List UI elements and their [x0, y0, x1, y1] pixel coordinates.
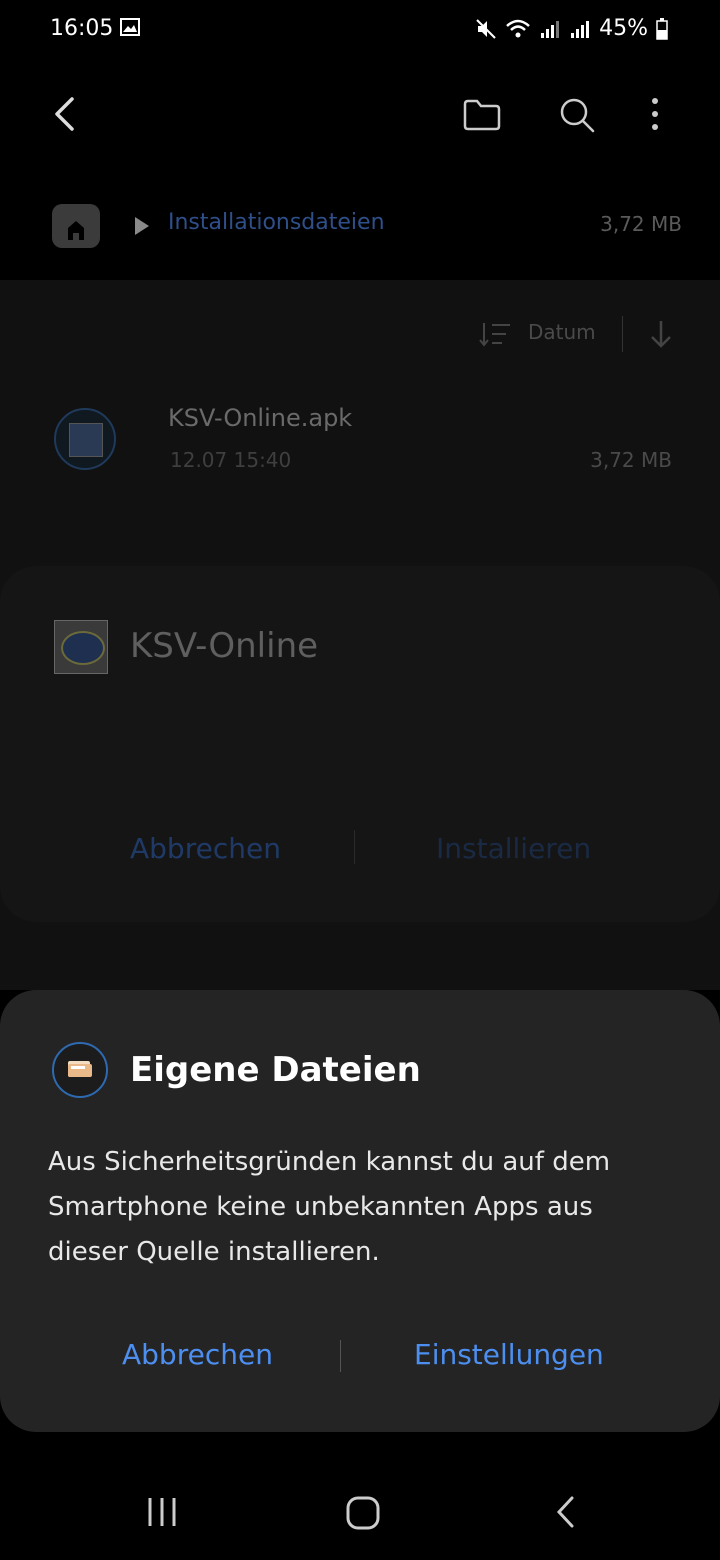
file-date: 12.07 15:40: [170, 448, 292, 472]
back-arrow-icon[interactable]: [50, 96, 78, 132]
folder-icon[interactable]: [462, 98, 502, 132]
gallery-icon: [120, 18, 140, 36]
folder-size: 3,72 MB: [600, 212, 682, 236]
install-button-divider: [354, 830, 355, 864]
signal-icon-2: [571, 20, 590, 38]
breadcrumb-current-folder[interactable]: Installationsdateien: [168, 210, 385, 235]
mute-icon: [476, 18, 496, 39]
sort-direction-icon[interactable]: [648, 318, 674, 350]
battery-percent: 45%: [599, 16, 648, 41]
search-icon[interactable]: [558, 96, 598, 134]
back-nav-icon[interactable]: [552, 1494, 578, 1530]
status-time: 16:05: [50, 16, 114, 41]
folder-app-glyph: [68, 1061, 92, 1077]
recent-apps-icon[interactable]: [144, 1494, 180, 1530]
install-sheet: [0, 566, 720, 922]
status-right: 45%: [475, 16, 668, 41]
my-files-app-icon: [52, 1042, 108, 1098]
install-button[interactable]: Installieren: [436, 832, 591, 865]
dialog-cancel-button[interactable]: Abbrechen: [122, 1338, 273, 1371]
home-nav-icon[interactable]: [344, 1494, 382, 1532]
install-cancel-button[interactable]: Abbrechen: [130, 832, 281, 865]
status-bar: 16:05 45%: [0, 0, 720, 64]
install-app-name: KSV-Online: [130, 626, 319, 666]
app-logo: [54, 620, 108, 674]
battery-icon: [656, 17, 668, 40]
file-name: KSV-Online.apk: [168, 404, 353, 432]
wifi-icon: [506, 19, 530, 37]
dialog-message: Aus Sicherheitsgründen kannst du auf dem…: [48, 1147, 611, 1267]
dialog-settings-button[interactable]: Einstellungen: [414, 1338, 604, 1371]
sort-icon[interactable]: [478, 320, 514, 348]
home-icon: [68, 221, 84, 240]
list-item[interactable]: [0, 380, 720, 500]
dialog-title: Eigene Dateien: [130, 1050, 421, 1090]
home-button[interactable]: [52, 204, 100, 248]
file-size: 3,72 MB: [590, 448, 672, 472]
sort-divider: [622, 316, 623, 352]
signal-icon: [541, 20, 560, 38]
sort-label[interactable]: Datum: [528, 320, 596, 344]
dialog-button-divider: [340, 1340, 341, 1372]
more-options-icon[interactable]: [648, 96, 662, 134]
apk-file-icon: [54, 408, 116, 470]
breadcrumb-arrow-icon: [135, 217, 149, 235]
